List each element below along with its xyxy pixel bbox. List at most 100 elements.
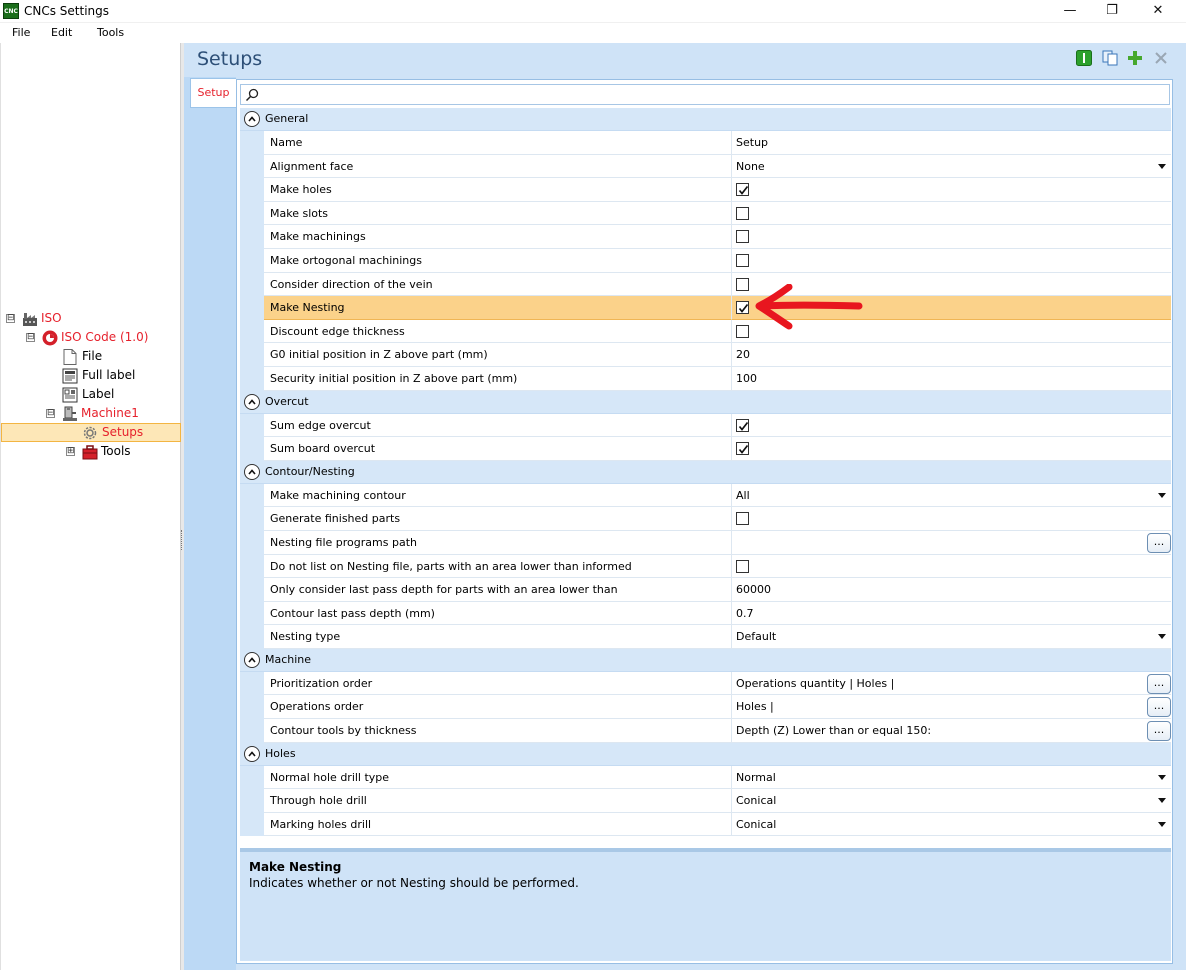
property-row-make-ortogonal-machinings[interactable]: Make ortogonal machinings [240,248,1171,273]
property-row-contour-tools-by-thickness[interactable]: Contour tools by thickness Depth (Z) Lowe… [240,719,1171,743]
property-value-cell[interactable] [732,178,1171,202]
property-value-cell[interactable]: Holes |... [732,695,1171,720]
property-value-cell[interactable]: 20 [732,343,1171,367]
ellipsis-button[interactable]: ... [1147,721,1171,742]
property-row-nesting-file-programs-path[interactable]: Nesting file programs path... [240,530,1171,555]
dropdown-value[interactable]: Conical [736,818,776,831]
close-button[interactable]: ✕ [1135,0,1181,22]
property-value-cell[interactable] [732,225,1171,249]
minimize-button[interactable]: — [1047,0,1093,22]
dropdown-value[interactable]: Conical [736,794,776,807]
property-row-make-nesting[interactable]: Make Nesting [240,296,1171,320]
checkbox[interactable] [736,418,749,432]
property-row-sum-edge-overcut[interactable]: Sum edge overcut [240,413,1171,438]
menu-edit[interactable]: Edit [51,26,72,39]
property-value-cell[interactable] [732,414,1171,438]
property-value-cell[interactable]: Conical [732,789,1171,813]
checkbox[interactable] [736,512,749,526]
property-row-nesting-type[interactable]: Nesting type Default [240,625,1171,649]
property-value-cell[interactable]: Setup [732,131,1171,155]
property-row-generate-finished-parts[interactable]: Generate finished parts [240,507,1171,531]
category-holes[interactable]: Holes [240,742,1171,766]
dropdown-arrow-icon[interactable] [1158,798,1166,804]
property-value-cell[interactable]: 60000 [732,578,1171,602]
property-value-cell[interactable] [732,437,1171,461]
tab-setup[interactable]: Setup [190,78,236,108]
delete-icon[interactable] [1153,50,1169,66]
property-value[interactable]: Setup [736,136,768,149]
property-value-cell[interactable]: 0.7 [732,602,1171,626]
menu-file[interactable]: File [12,26,30,39]
property-row-discount-edge-thickness[interactable]: Discount edge thickness [240,319,1171,344]
dropdown-arrow-icon[interactable] [1158,821,1166,827]
collapse-chevron-icon[interactable] [244,111,260,127]
maximize-button[interactable]: ❐ [1089,0,1135,22]
property-row-marking-holes-drill[interactable]: Marking holes drill Conical [240,812,1171,837]
property-value-cell[interactable] [732,249,1171,273]
add-icon[interactable] [1127,50,1143,66]
property-row-only-consider-last-pass-depth-for-parts-with-an-area-lower-than[interactable]: Only consider last pass depth for parts … [240,578,1171,602]
category-overcut[interactable]: Overcut [240,390,1171,414]
property-value-cell[interactable] [732,202,1171,226]
dropdown-arrow-icon[interactable] [1158,163,1166,169]
checkbox[interactable] [736,206,749,220]
dropdown-arrow-icon[interactable] [1158,492,1166,498]
menu-tools[interactable]: Tools [97,26,124,39]
property-row-contour-last-pass-depth-mm[interactable]: Contour last pass depth (mm) 0.7 [240,601,1171,626]
property-row-normal-hole-drill-type[interactable]: Normal hole drill type Normal [240,765,1171,790]
property-value[interactable]: 0.7 [736,607,754,620]
checkbox[interactable] [736,559,749,573]
property-row-make-holes[interactable]: Make holes [240,178,1171,202]
property-row-g0-initial-position-in-z-above-part-mm[interactable]: G0 initial position in Z above part (mm)… [240,343,1171,367]
category-contour-nesting[interactable]: Contour/Nesting [240,460,1171,484]
property-value-cell[interactable]: Operations quantity | Holes |... [732,672,1171,696]
category-general[interactable]: General [240,108,1171,131]
checkbox[interactable] [736,253,749,267]
property-value[interactable]: 100 [736,372,757,385]
property-row-make-slots[interactable]: Make slots [240,201,1171,226]
collapse-chevron-icon[interactable] [244,651,260,668]
dropdown-value[interactable]: Normal [736,771,776,784]
dropdown-arrow-icon[interactable] [1158,774,1166,780]
dropdown-value[interactable]: All [736,489,750,502]
search-input[interactable] [263,86,1163,103]
collapse-toggle[interactable]: ⊟ [26,333,35,342]
property-row-security-initial-position-in-z-above-part-mm[interactable]: Security initial position in Z above par… [240,366,1171,391]
checkbox[interactable] [736,442,749,456]
property-row-make-machinings[interactable]: Make machinings [240,225,1171,249]
ellipsis-button[interactable]: ... [1147,697,1171,718]
checkbox[interactable] [736,301,749,315]
property-value-cell[interactable] [732,507,1171,531]
property-row-alignment-face[interactable]: Alignment face None [240,154,1171,179]
property-value-cell[interactable]: Conical [732,813,1171,837]
dropdown-arrow-icon[interactable] [1158,634,1166,640]
checkbox[interactable] [736,324,749,338]
property-value-cell[interactable]: None [732,155,1171,179]
info-icon[interactable] [1076,50,1092,66]
property-value[interactable]: Holes | [736,700,774,713]
ellipsis-button[interactable]: ... [1147,532,1171,553]
property-value-cell[interactable]: All [732,484,1171,508]
collapse-toggle[interactable]: ⊟ [46,409,55,418]
property-value[interactable]: 60000 [736,583,771,596]
search-box[interactable] [240,84,1170,105]
checkbox[interactable] [736,183,749,197]
property-value[interactable]: Operations quantity | Holes | [736,677,894,690]
collapse-chevron-icon[interactable] [244,463,260,480]
property-value-cell[interactable]: Default [732,625,1171,649]
property-value-cell[interactable]: Depth (Z) Lower than or equal 150:... [732,719,1171,743]
property-value[interactable]: 20 [736,348,750,361]
property-row-do-not-list-on-nesting-file-parts-with-an-area-lower-than-informed[interactable]: Do not list on Nesting file, parts with … [240,554,1171,579]
property-row-consider-direction-of-the-vein[interactable]: Consider direction of the vein [240,272,1171,297]
property-value-cell[interactable]: ... [732,531,1171,555]
ellipsis-button[interactable]: ... [1147,673,1171,694]
checkbox[interactable] [736,277,749,291]
property-row-operations-order[interactable]: Operations order Holes |... [240,695,1171,720]
copy-icon[interactable] [1102,50,1118,66]
checkbox[interactable] [736,230,749,244]
property-row-through-hole-drill[interactable]: Through hole drill Conical [240,789,1171,813]
collapse-chevron-icon[interactable] [244,745,260,762]
dropdown-value[interactable]: Default [736,630,776,643]
expand-toggle[interactable]: ⊞ [66,447,75,456]
property-row-sum-board-overcut[interactable]: Sum board overcut [240,437,1171,461]
